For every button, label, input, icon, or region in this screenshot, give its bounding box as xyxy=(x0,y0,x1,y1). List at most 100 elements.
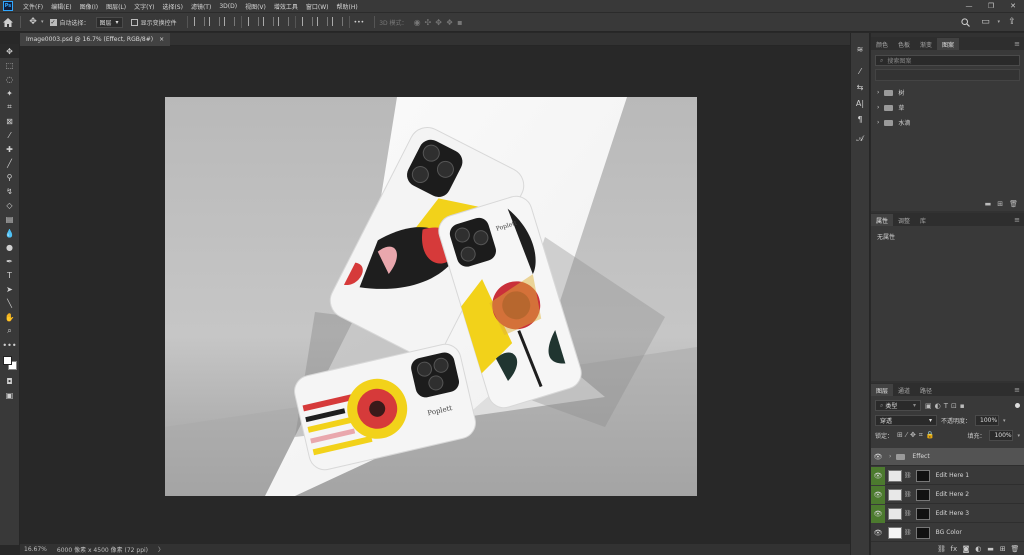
filter-toggle-icon[interactable] xyxy=(1015,403,1020,408)
magic-wand-tool-icon[interactable]: ✦ xyxy=(0,86,19,100)
new-group-icon[interactable]: ▬ xyxy=(985,200,992,208)
zoom-level[interactable]: 16.67% xyxy=(24,546,47,553)
adjust-icon[interactable]: ⇆ xyxy=(851,79,869,95)
close-window-button[interactable]: ✕ xyxy=(1002,0,1024,12)
visibility-eye-icon[interactable]: 👁 xyxy=(871,504,885,523)
align-center-icon[interactable] xyxy=(208,16,220,26)
align-middle-icon[interactable] xyxy=(262,16,274,26)
layer-row-edit-here-1[interactable]: 👁 ⛓ Edit Here 1 xyxy=(871,466,1024,485)
minimize-button[interactable]: — xyxy=(958,0,980,12)
panel-menu-icon[interactable]: ≡ xyxy=(1014,386,1024,394)
menu-edit[interactable]: 编辑(E) xyxy=(47,2,75,11)
maximize-button[interactable]: ❐ xyxy=(980,0,1002,12)
line-tool-icon[interactable]: ╲ xyxy=(0,296,19,310)
brush-tool-icon[interactable]: ╱ xyxy=(0,156,19,170)
opacity-input[interactable]: 100% xyxy=(975,415,1000,426)
pen-tool-icon[interactable]: ✒ xyxy=(0,254,19,268)
visibility-eye-icon[interactable]: 👁 xyxy=(871,524,885,542)
history-brush-icon[interactable]: ↯ xyxy=(0,184,19,198)
auto-select-dropdown[interactable]: 图层 ▾ xyxy=(95,16,123,28)
panel-menu-icon[interactable]: ≡ xyxy=(1014,216,1024,224)
tab-channels[interactable]: 通道 xyxy=(893,384,915,396)
auto-select-checkbox[interactable]: ✓ 自动选择： xyxy=(49,18,90,27)
canvas-area[interactable]: Poplett Poplett xyxy=(20,46,850,544)
move-tool-icon[interactable]: ✥ xyxy=(0,44,19,58)
document-tab[interactable]: Image0003.psd @ 16.7% (Effect, RGB/8#) × xyxy=(20,33,171,46)
character-icon[interactable]: A| xyxy=(851,95,869,111)
gradient-tool-icon[interactable]: ▤ xyxy=(0,212,19,226)
chevron-down-icon[interactable]: ▾ xyxy=(1017,433,1020,439)
color-swatches[interactable] xyxy=(0,352,19,374)
layer-mask-thumbnail[interactable] xyxy=(915,488,930,501)
workspace-icon[interactable]: ▭ xyxy=(977,14,993,30)
layer-mask-thumbnail[interactable] xyxy=(915,507,930,520)
edit-toolbar-icon[interactable]: ••• xyxy=(0,338,19,352)
menu-filter[interactable]: 滤镜(T) xyxy=(187,2,215,11)
menu-layer[interactable]: 图层(L) xyxy=(102,2,130,11)
layer-row-bg-color[interactable]: 👁 ⛓ BG Color xyxy=(871,524,1024,542)
menu-select[interactable]: 选择(S) xyxy=(158,2,187,11)
lasso-tool-icon[interactable]: ◌ xyxy=(0,72,19,86)
new-pattern-icon[interactable]: ⊞ xyxy=(997,200,1003,208)
close-tab-icon[interactable]: × xyxy=(159,36,164,43)
dodge-tool-icon[interactable]: ● xyxy=(0,240,19,254)
marquee-tool-icon[interactable]: ⬚ xyxy=(0,58,19,72)
delete-layer-icon[interactable]: 🗑 xyxy=(1010,545,1020,553)
path-select-tool-icon[interactable]: ➤ xyxy=(0,282,19,296)
visibility-eye-icon[interactable]: 👁 xyxy=(871,448,885,466)
link-layers-icon[interactable]: ⛓ xyxy=(937,545,947,553)
adjustment-layer-icon[interactable]: ◐ xyxy=(973,545,983,553)
menu-plugins[interactable]: 增效工具 xyxy=(270,2,302,11)
tab-swatches[interactable]: 色板 xyxy=(893,38,915,50)
layer-filter-icons[interactable]: ▣◐T⊡▪ xyxy=(925,402,968,410)
move-tool-icon[interactable]: ✥ xyxy=(25,14,41,30)
layer-filter-dropdown[interactable]: ⌕ 类型 ▾ xyxy=(875,400,921,411)
menu-3d[interactable]: 3D(D) xyxy=(215,3,241,10)
chevron-down-icon[interactable]: ▾ xyxy=(997,19,1000,25)
layer-row-edit-here-3[interactable]: 👁 ⛓ Edit Here 3 xyxy=(871,504,1024,523)
menu-window[interactable]: 窗口(W) xyxy=(302,2,333,11)
blend-mode-dropdown[interactable]: 穿透 ▾ xyxy=(875,415,937,426)
eyedropper-tool-icon[interactable]: ⁄ xyxy=(0,128,19,142)
tab-patterns[interactable]: 图案 xyxy=(937,38,960,50)
history-icon[interactable]: ≋ xyxy=(851,41,869,57)
visibility-eye-icon[interactable]: 👁 xyxy=(871,485,885,504)
crop-tool-icon[interactable]: ⌗ xyxy=(0,100,19,114)
tab-color[interactable]: 颜色 xyxy=(871,38,893,50)
menu-type[interactable]: 文字(Y) xyxy=(130,2,158,11)
fx-icon[interactable]: fx xyxy=(949,545,959,553)
tab-gradients[interactable]: 渐变 xyxy=(915,38,937,50)
menu-image[interactable]: 图像(I) xyxy=(76,2,102,11)
document-canvas[interactable]: Poplett Poplett xyxy=(165,97,697,496)
layer-mask-thumbnail[interactable] xyxy=(915,469,930,482)
distribute-left-icon[interactable] xyxy=(301,16,313,26)
align-top-icon[interactable] xyxy=(247,16,259,26)
align-left-icon[interactable] xyxy=(193,16,205,26)
brush-settings-icon[interactable]: ⁄ xyxy=(851,63,869,79)
layer-row-edit-here-2[interactable]: 👁 ⛓ Edit Here 2 xyxy=(871,485,1024,504)
layer-mask-thumbnail[interactable] xyxy=(915,526,930,539)
delete-icon[interactable]: 🗑 xyxy=(1009,200,1018,208)
screen-mode-icon[interactable]: ▣ xyxy=(0,388,19,402)
chevron-down-icon[interactable]: ▾ xyxy=(41,19,44,25)
chevron-right-icon[interactable]: › xyxy=(889,453,891,460)
paragraph-icon[interactable]: ¶ xyxy=(851,111,869,127)
share-icon[interactable]: ⇪ xyxy=(1004,14,1020,30)
quick-mask-icon[interactable]: ◘ xyxy=(0,374,19,388)
glyphs-icon[interactable]: 𝒜 xyxy=(851,131,869,147)
home-icon[interactable] xyxy=(0,14,16,30)
distribute-right-icon[interactable] xyxy=(331,16,343,26)
menu-help[interactable]: 帮助(H) xyxy=(333,2,362,11)
tab-adjustments[interactable]: 调整 xyxy=(893,214,915,226)
frame-tool-icon[interactable]: ⊠ xyxy=(0,114,19,128)
show-transform-checkbox[interactable]: 显示变换控件 xyxy=(130,18,177,27)
distribute-center-icon[interactable] xyxy=(316,16,328,26)
panel-menu-icon[interactable]: ≡ xyxy=(1014,40,1024,48)
tab-libraries[interactable]: 库 xyxy=(915,214,931,226)
chevron-down-icon[interactable]: ▾ xyxy=(1003,418,1006,424)
pattern-group-tree[interactable]: › 树 xyxy=(871,85,1024,100)
type-tool-icon[interactable]: T xyxy=(0,268,19,282)
pattern-search-input[interactable]: ⌕ 搜索图案 xyxy=(875,55,1020,66)
tab-paths[interactable]: 路径 xyxy=(915,384,937,396)
healing-tool-icon[interactable]: ✚ xyxy=(0,142,19,156)
